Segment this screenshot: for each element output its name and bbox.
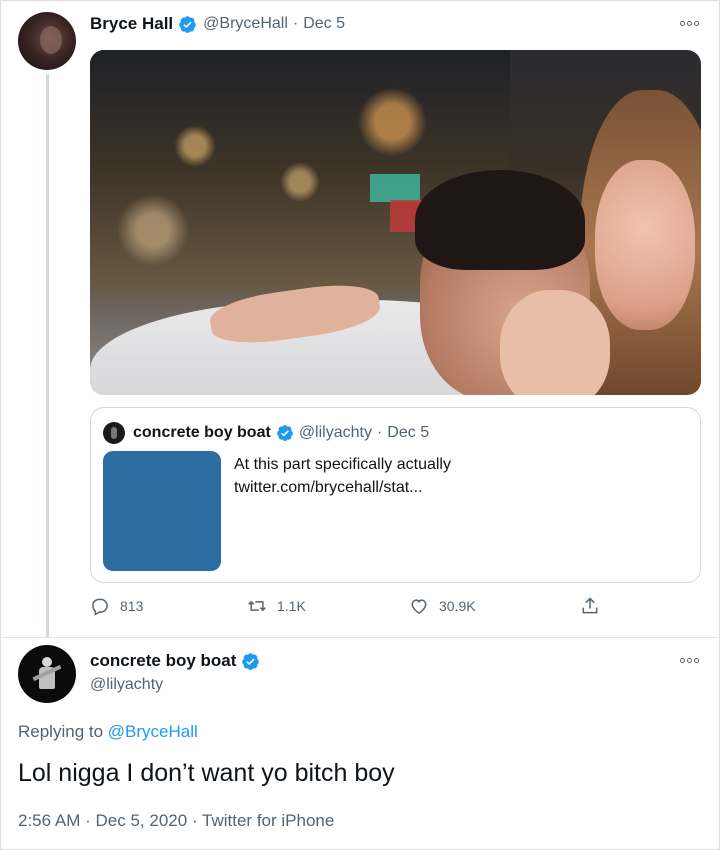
heart-icon	[411, 599, 427, 614]
reply-button[interactable]: 813	[90, 596, 143, 616]
tweet-metadata: 2:56 AM · Dec 5, 2020 · Twitter for iPho…	[18, 811, 334, 831]
quoted-tweet-thumbnail	[103, 451, 221, 571]
retweet-icon	[248, 600, 266, 612]
reply-tweet-text: Lol nigga I don’t want yo bitch boy	[18, 759, 395, 787]
tweet-time[interactable]: 2:56 AM	[18, 811, 80, 830]
dot-separator: ·	[191, 811, 198, 830]
reply-icon	[92, 598, 108, 616]
more-options-icon[interactable]	[680, 19, 700, 27]
bryce-hall-avatar[interactable]	[18, 12, 76, 70]
more-options-icon[interactable]	[680, 656, 700, 664]
tweet-full-date[interactable]: Dec 5, 2020	[96, 811, 188, 830]
reply-author-name-row: concrete boy boat	[90, 650, 260, 672]
replying-to-label: Replying to	[18, 722, 104, 741]
replying-to-link[interactable]: @BryceHall	[108, 722, 198, 741]
reply-author-handle-row: @lilyachty	[90, 674, 163, 696]
share-icon	[582, 597, 598, 614]
quoted-tweet-date: Dec 5	[387, 424, 430, 441]
dot-separator: ·	[85, 811, 91, 830]
tweet-action-bar: 813 1.1K 30.9K	[90, 596, 701, 620]
quoted-text-line: At this part specifically actually	[234, 456, 451, 473]
reply-count: 813	[120, 598, 144, 614]
reply-author-name[interactable]: concrete boy boat	[90, 651, 236, 671]
verified-badge-icon	[179, 15, 196, 33]
share-button[interactable]	[580, 596, 610, 616]
author-name[interactable]: Bryce Hall	[90, 14, 173, 34]
tweet-divider	[0, 637, 720, 638]
retweet-button[interactable]: 1.1K	[247, 596, 306, 616]
reply-author-handle[interactable]: @lilyachty	[90, 676, 163, 694]
quoted-author-avatar	[103, 422, 125, 444]
tweet-photo[interactable]	[90, 50, 701, 395]
tweet-date[interactable]: Dec 5	[303, 15, 345, 33]
author-handle[interactable]: @BryceHall	[203, 15, 288, 33]
quoted-author-handle: @lilyachty	[298, 424, 372, 441]
quoted-author-name: concrete boy boat	[133, 424, 271, 441]
replying-to-line: Replying to @BryceHall	[18, 722, 198, 742]
thread-connector-line	[46, 74, 49, 638]
dot-separator: ·	[292, 15, 299, 32]
verified-badge-icon	[276, 425, 293, 441]
quoted-tweet-card[interactable]: concrete boy boat @lilyachty · Dec 5 At …	[90, 407, 701, 583]
quoted-link-text[interactable]: twitter.com/brycehall/stat...	[234, 476, 451, 499]
lil-yachty-avatar[interactable]	[18, 645, 76, 703]
verified-badge-icon	[242, 652, 260, 670]
tweet-header: Bryce Hall @BryceHall · Dec 5	[90, 12, 345, 36]
quoted-tweet-header: concrete boy boat @lilyachty · Dec 5	[133, 422, 429, 444]
quoted-tweet-text: At this part specifically actually twitt…	[234, 453, 451, 499]
avatar-face	[40, 26, 62, 54]
like-button[interactable]: 30.9K	[409, 596, 476, 616]
tweet-source[interactable]: Twitter for iPhone	[202, 811, 334, 830]
like-count: 30.9K	[439, 598, 476, 614]
retweet-count: 1.1K	[277, 598, 306, 614]
dot-separator: ·	[376, 424, 383, 441]
